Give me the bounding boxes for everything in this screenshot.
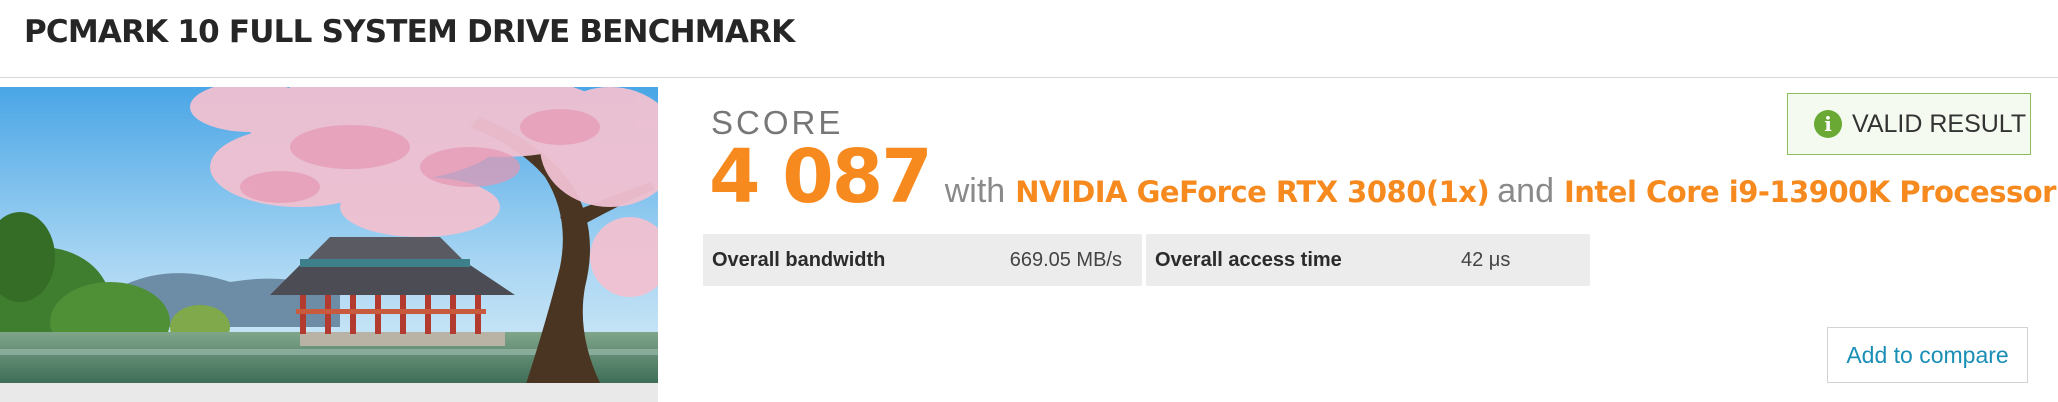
valid-result-badge: i VALID RESULT: [1787, 93, 2031, 155]
stat-bandwidth: Overall bandwidth 669.05 MB/s: [703, 234, 1142, 286]
stats-table: Overall bandwidth 669.05 MB/s Overall ac…: [703, 234, 1590, 286]
cherry-blossom-pavilion-image: [0, 87, 658, 402]
score-value: 4 087: [709, 134, 933, 220]
cpu-name: Intel Core i9-13900K Processor: [1564, 175, 2056, 209]
page-title: PCMARK 10 FULL SYSTEM DRIVE BENCHMARK: [24, 14, 795, 50]
valid-result-label: VALID RESULT: [1852, 109, 2027, 138]
result-page: PCMARK 10 FULL SYSTEM DRIVE BENCHMARK SC…: [0, 0, 2058, 402]
page-header: PCMARK 10 FULL SYSTEM DRIVE BENCHMARK: [0, 0, 2058, 78]
stat-access-time: Overall access time 42 μs: [1146, 234, 1590, 286]
stat-label: Overall bandwidth: [712, 248, 886, 271]
and-word: and: [1497, 172, 1554, 210]
stat-label: Overall access time: [1155, 248, 1342, 271]
info-icon: i: [1814, 110, 1842, 138]
stat-value: 669.05 MB/s: [1009, 248, 1122, 271]
stat-value: 42 μs: [1461, 248, 1511, 271]
gpu-name: NVIDIA GeForce RTX 3080(1x): [1015, 175, 1490, 209]
with-word: with: [944, 172, 1006, 210]
add-to-compare-button[interactable]: Add to compare: [1827, 327, 2028, 383]
benchmark-image: [0, 87, 658, 402]
